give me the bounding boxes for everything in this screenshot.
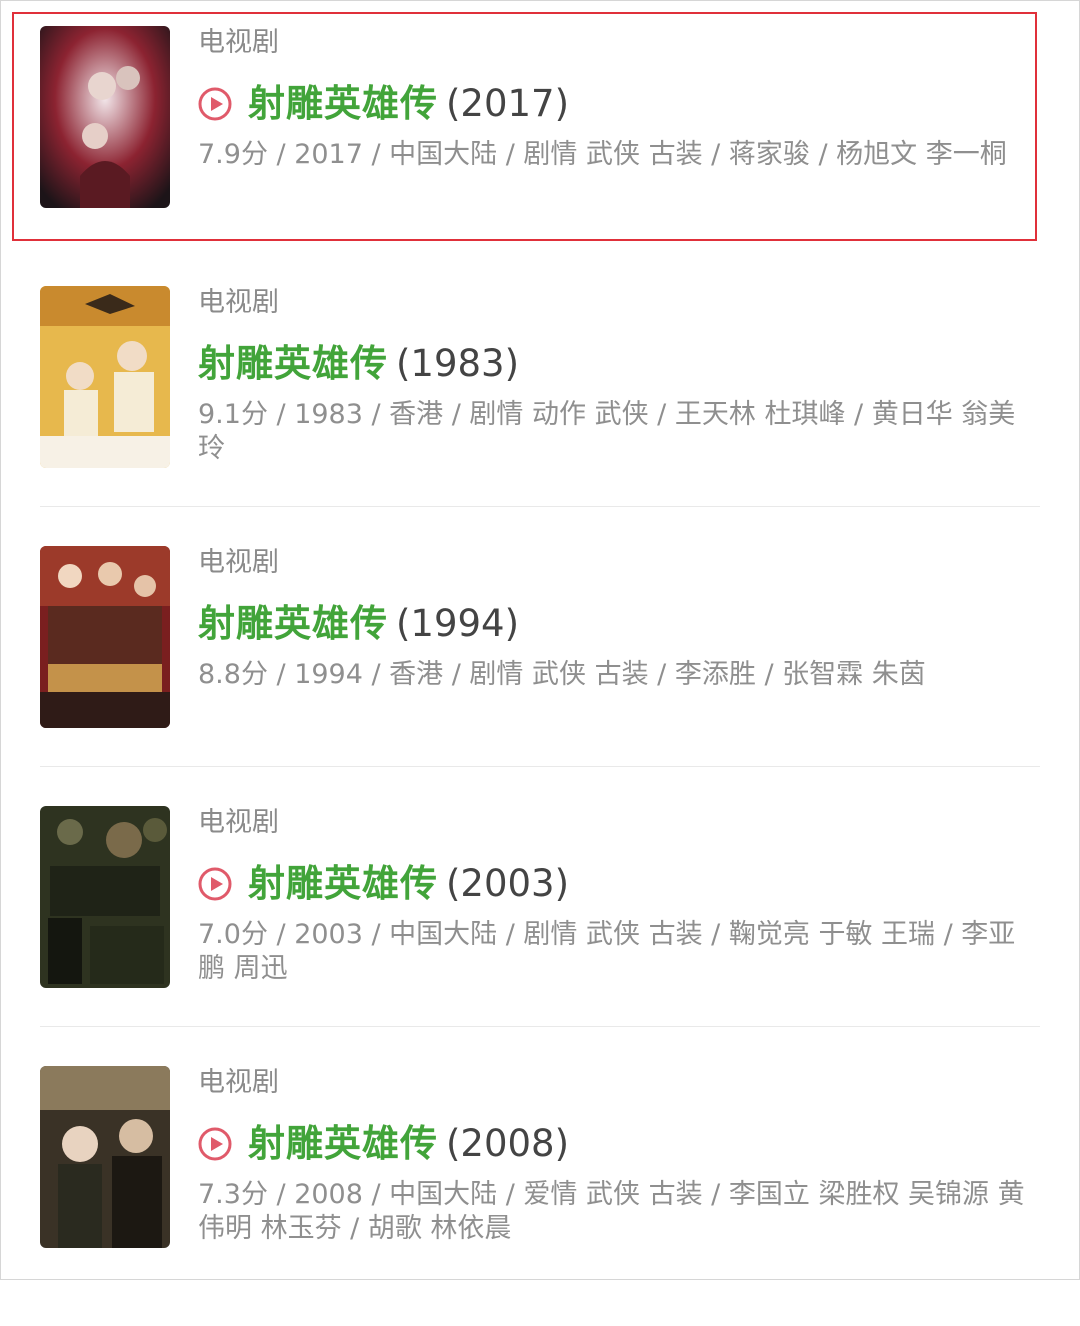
item-meta: 7.9分 / 2017 / 中国大陆 / 剧情 武侠 古装 / 蒋家骏 / 杨旭… [198,139,1007,170]
item-year: (2017) [446,82,570,125]
category-label: 电视剧 [198,547,279,578]
poster-image[interactable] [40,806,170,988]
list-item[interactable]: 电视剧 射雕英雄传 (2008) 7.3分 / 2008 / 中国大陆 / 爱情… [40,1066,1040,1326]
item-meta: 9.1分 / 1983 / 香港 / 剧情 动作 武侠 / 王天林 杜琪峰 / … [198,399,1016,464]
category-label: 电视剧 [198,27,279,58]
item-title[interactable]: 射雕英雄传 [248,1122,438,1166]
item-info: 电视剧 射雕英雄传 (1994) 8.8分 / 1994 / 香港 / 剧情 武… [198,546,1033,692]
item-title[interactable]: 射雕英雄传 [248,862,438,906]
list-item[interactable]: 电视剧 射雕英雄传 (2003) 7.0分 / 2003 / 中国大陆 / 剧情… [40,806,1040,1066]
title-row[interactable]: 射雕英雄传 (2003) [198,862,1033,906]
item-info: 电视剧 射雕英雄传 (1983) 9.1分 / 1983 / 香港 / 剧情 动… [198,286,1033,466]
title-row[interactable]: 射雕英雄传 (2017) [198,82,1033,126]
item-info: 电视剧 射雕英雄传 (2008) 7.3分 / 2008 / 中国大陆 / 爱情… [198,1066,1033,1246]
item-year: (1983) [396,342,520,385]
list-item[interactable]: 电视剧 射雕英雄传 (2017) 7.9分 / 2017 / 中国大陆 / 剧情… [12,12,1040,286]
category-label: 电视剧 [198,287,279,318]
item-meta: 7.0分 / 2003 / 中国大陆 / 剧情 武侠 古装 / 鞠觉亮 于敏 王… [198,919,1016,984]
item-year: (2003) [446,862,570,905]
poster-image[interactable] [40,1066,170,1248]
item-title[interactable]: 射雕英雄传 [198,342,388,386]
play-icon[interactable] [198,1127,232,1161]
item-info: 电视剧 射雕英雄传 (2017) 7.9分 / 2017 / 中国大陆 / 剧情… [198,26,1033,172]
poster-image[interactable] [40,26,170,208]
item-meta: 7.3分 / 2008 / 中国大陆 / 爱情 武侠 古装 / 李国立 梁胜权 … [198,1179,1025,1244]
poster-image[interactable] [40,546,170,728]
title-row[interactable]: 射雕英雄传 (2008) [198,1122,1033,1166]
title-row[interactable]: 射雕英雄传 (1983) [198,342,1033,386]
list-item[interactable]: 电视剧 射雕英雄传 (1983) 9.1分 / 1983 / 香港 / 剧情 动… [40,286,1040,546]
title-row[interactable]: 射雕英雄传 (1994) [198,602,1033,646]
item-year: (2008) [446,1122,570,1165]
item-info: 电视剧 射雕英雄传 (2003) 7.0分 / 2003 / 中国大陆 / 剧情… [198,806,1033,986]
list-item[interactable]: 电视剧 射雕英雄传 (1994) 8.8分 / 1994 / 香港 / 剧情 武… [40,546,1040,806]
poster-image[interactable] [40,286,170,468]
category-label: 电视剧 [198,807,279,838]
divider [40,1026,1040,1027]
category-label: 电视剧 [198,1067,279,1098]
item-title[interactable]: 射雕英雄传 [248,82,438,126]
play-icon[interactable] [198,87,232,121]
item-year: (1994) [396,602,520,645]
divider [40,766,1040,767]
play-icon[interactable] [198,867,232,901]
item-title[interactable]: 射雕英雄传 [198,602,388,646]
divider [40,506,1040,507]
item-meta: 8.8分 / 1994 / 香港 / 剧情 武侠 古装 / 李添胜 / 张智霖 … [198,659,926,690]
